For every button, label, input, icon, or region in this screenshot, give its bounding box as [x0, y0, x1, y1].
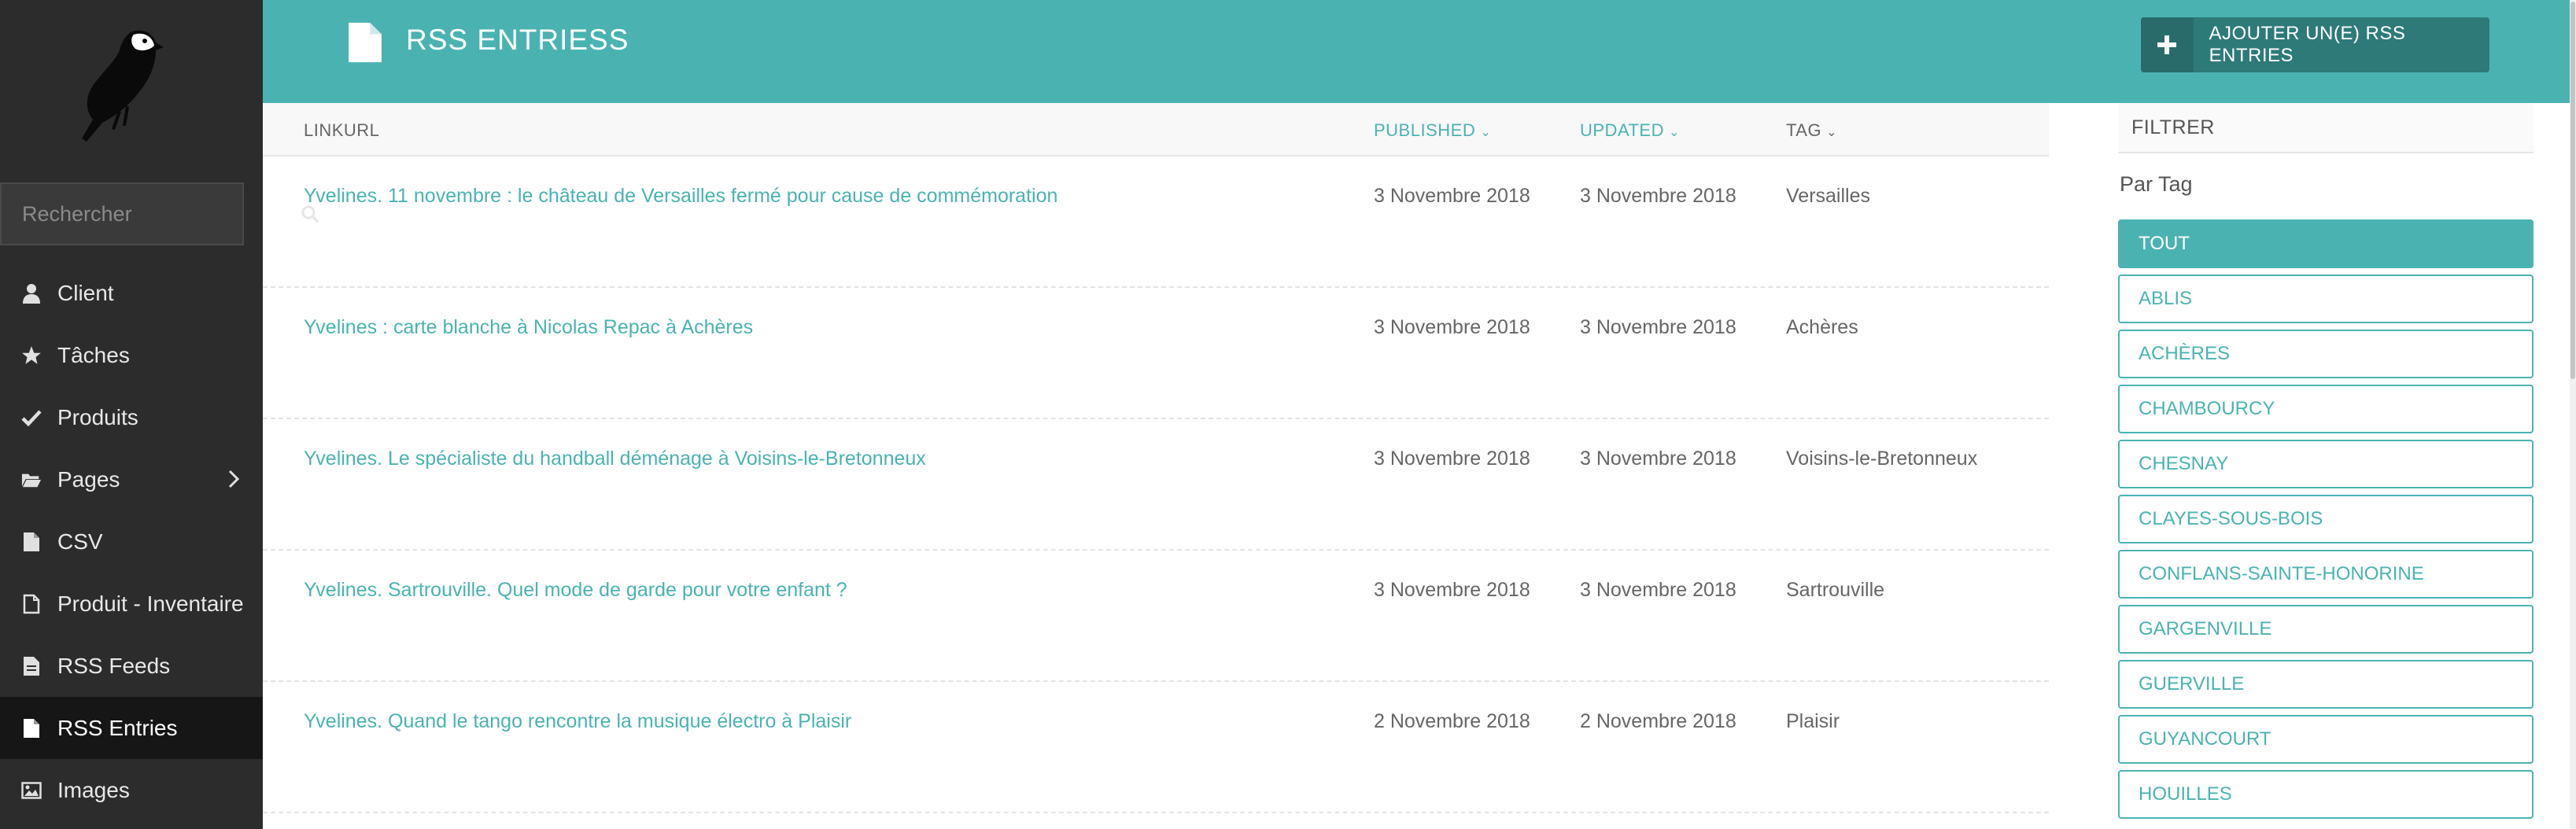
column-label: UPDATED	[1580, 120, 1664, 140]
file-icon	[21, 718, 42, 739]
updated-date: 3 Novembre 2018	[1580, 185, 1736, 207]
entry-tag: Achères	[1786, 316, 1858, 338]
page-header: RSS ENTRIESS AJOUTER UN(E) RSS ENTRIES	[263, 0, 2570, 103]
sidebar-item-label: Images	[57, 777, 130, 802]
updated-date: 3 Novembre 2018	[1580, 448, 1736, 470]
file-icon	[21, 532, 42, 552]
published-date: 3 Novembre 2018	[1374, 185, 1530, 207]
column-header-linkurl[interactable]: LINKURL	[304, 120, 379, 141]
sidebar-item-label: Tâches	[57, 342, 130, 367]
page-title: RSS ENTRIESS	[406, 24, 629, 56]
sidebar-nav: Client Tâches Produits Pages CSV Produit…	[0, 262, 263, 821]
tag-filter-guerville[interactable]: GUERVILLE	[2118, 660, 2534, 709]
sidebar-item-label: Pages	[57, 466, 120, 492]
column-label: TAG	[1786, 120, 1822, 140]
plus-icon	[2141, 17, 2194, 72]
entry-link[interactable]: Yvelines. Sartrouville. Quel mode de gar…	[304, 579, 847, 602]
table-row: Yvelines. Le spécialiste du handball dém…	[263, 419, 2049, 551]
tag-filter-chesnay[interactable]: CHESNAY	[2118, 440, 2534, 488]
add-button-label: AJOUTER UN(E) RSS ENTRIES	[2209, 23, 2406, 66]
sidebar-item-produit-inventaire[interactable]: Produit - Inventaire	[0, 573, 263, 635]
image-icon	[21, 780, 42, 801]
sidebar-item-pages[interactable]: Pages	[0, 448, 263, 510]
sort-caret-icon: ⌄	[1480, 126, 1492, 139]
tag-filter-ablis[interactable]: ABLIS	[2118, 274, 2534, 323]
entry-tag: Versailles	[1786, 185, 1870, 207]
search-box	[0, 182, 319, 245]
sidebar-item-label: Produit - Inventaire	[57, 591, 244, 616]
column-header-updated[interactable]: UPDATED ⌄	[1580, 120, 1680, 141]
sidebar-item-csv[interactable]: CSV	[0, 510, 263, 573]
published-date: 3 Novembre 2018	[1374, 579, 1530, 601]
file-text-icon	[21, 656, 42, 676]
sidebar-item-rss-feeds[interactable]: RSS Feeds	[0, 635, 263, 697]
bird-logo-icon[interactable]	[71, 24, 173, 149]
tag-filter-list: TOUT ABLIS ACHÈRES CHAMBOURCY CHESNAY CL…	[2118, 219, 2534, 825]
table-row: Yvelines. 11 novembre : le château de Ve…	[263, 157, 2049, 288]
column-header-published[interactable]: PUBLISHED ⌄	[1374, 120, 1491, 141]
sidebar-item-label: RSS Feeds	[57, 653, 171, 678]
entry-link[interactable]: Yvelines : carte blanche à Nicolas Repac…	[304, 316, 753, 339]
filter-panel: FILTRER Par Tag TOUT ABLIS ACHÈRES CHAMB…	[2118, 103, 2534, 819]
tag-filter-acheres[interactable]: ACHÈRES	[2118, 330, 2534, 378]
file-icon	[347, 20, 383, 68]
sidebar-item-label: Client	[57, 280, 114, 305]
sort-caret-icon: ⌄	[1826, 126, 1837, 139]
column-header-tag[interactable]: TAG ⌄	[1786, 120, 1837, 141]
user-icon	[21, 283, 42, 304]
published-date: 3 Novembre 2018	[1374, 448, 1530, 470]
filter-subtitle: Par Tag	[2120, 172, 2193, 196]
tag-filter-gargenville[interactable]: GARGENVILLE	[2118, 605, 2534, 654]
updated-date: 3 Novembre 2018	[1580, 579, 1736, 601]
sidebar-item-label: RSS Entries	[57, 715, 178, 740]
scrollbar-thumb[interactable]	[2570, 2, 2575, 379]
sidebar-item-label: CSV	[57, 529, 103, 554]
entry-link[interactable]: Yvelines. Le spécialiste du handball dém…	[304, 448, 926, 470]
tag-filter-clayes-sous-bois[interactable]: CLAYES-SOUS-BOIS	[2118, 495, 2534, 543]
search-input[interactable]	[2, 184, 301, 244]
table-header: LINKURL PUBLISHED ⌄ UPDATED ⌄ TAG ⌄	[263, 103, 2049, 157]
sidebar-item-client[interactable]: Client	[0, 262, 263, 324]
entry-link[interactable]: Yvelines. Quand le tango rencontre la mu…	[304, 710, 851, 733]
published-date: 3 Novembre 2018	[1374, 316, 1530, 338]
entry-link[interactable]: Yvelines. 11 novembre : le château de Ve…	[304, 185, 1057, 208]
sidebar-item-taches[interactable]: Tâches	[0, 324, 263, 386]
sidebar-item-rss-entries[interactable]: RSS Entries	[0, 697, 263, 759]
chevron-right-icon[interactable]	[228, 469, 240, 494]
updated-date: 3 Novembre 2018	[1580, 316, 1736, 338]
tag-filter-chambourcy[interactable]: CHAMBOURCY	[2118, 385, 2534, 433]
table-row: Yvelines. Quand le tango rencontre la mu…	[263, 682, 2049, 813]
star-icon	[21, 345, 42, 366]
entry-tag: Plaisir	[1786, 710, 1840, 732]
filter-title: FILTRER	[2118, 103, 2534, 153]
entries-table: LINKURL PUBLISHED ⌄ UPDATED ⌄ TAG ⌄ Yveline…	[263, 103, 2049, 813]
check-icon	[21, 407, 42, 428]
tag-filter-tout[interactable]: TOUT	[2118, 219, 2534, 268]
table-row: Yvelines : carte blanche à Nicolas Repac…	[263, 288, 2049, 419]
file-outline-icon	[21, 594, 42, 614]
updated-date: 2 Novembre 2018	[1580, 710, 1736, 732]
add-rss-entry-button[interactable]: AJOUTER UN(E) RSS ENTRIES	[2141, 17, 2489, 72]
tag-filter-conflans-sainte-honorine[interactable]: CONFLANS-SAINTE-HONORINE	[2118, 550, 2534, 599]
page-scrollbar[interactable]	[2570, 0, 2576, 829]
sidebar-item-images[interactable]: Images	[0, 759, 263, 821]
column-label: PUBLISHED	[1374, 120, 1476, 140]
entry-tag: Sartrouville	[1786, 579, 1885, 601]
sidebar-item-label: Produits	[57, 404, 138, 429]
folder-open-icon	[21, 470, 42, 490]
sidebar: Client Tâches Produits Pages CSV Produit…	[0, 0, 319, 829]
published-date: 2 Novembre 2018	[1374, 710, 1530, 732]
table-row: Yvelines. Sartrouville. Quel mode de gar…	[263, 551, 2049, 682]
sort-caret-icon: ⌄	[1669, 126, 1680, 139]
tag-filter-houilles[interactable]: HOUILLES	[2118, 770, 2534, 819]
entry-tag: Voisins-le-Bretonneux	[1786, 448, 1978, 470]
sidebar-item-produits[interactable]: Produits	[0, 386, 263, 448]
column-label: LINKURL	[304, 120, 380, 140]
tag-filter-guyancourt[interactable]: GUYANCOURT	[2118, 715, 2534, 764]
